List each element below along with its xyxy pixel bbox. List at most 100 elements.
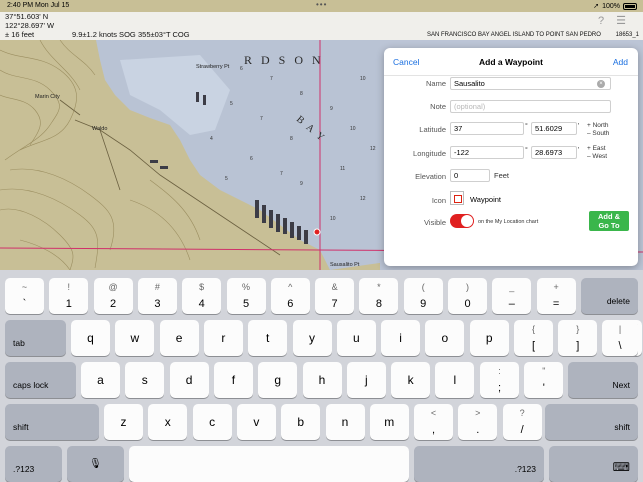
key-symbol-1[interactable]: }] [558, 320, 598, 356]
shift-left-key[interactable]: shift [5, 404, 99, 440]
key-k[interactable]: k [391, 362, 431, 398]
key-u[interactable]: u [336, 320, 376, 356]
numbers-left-key[interactable]: .?123 [5, 446, 62, 482]
key-e[interactable]: e [159, 320, 199, 356]
key-a[interactable]: a [81, 362, 120, 398]
key-symbol-r4-2[interactable]: ? / [502, 404, 542, 440]
key-char: r [221, 331, 226, 345]
key-symbol-r4-0[interactable]: <, [414, 404, 453, 440]
key-symbol-r4-1[interactable]: >. [458, 404, 498, 440]
clear-icon[interactable]: × [597, 80, 605, 88]
svg-text:7: 7 [280, 171, 283, 177]
space-bar[interactable] [129, 446, 409, 482]
key-r[interactable]: r [203, 320, 243, 356]
key-x[interactable]: x [148, 404, 188, 440]
add-and-go-to-button[interactable]: Add & Go To [589, 211, 629, 231]
key-12[interactable]: + = [536, 278, 576, 314]
elevation-field[interactable]: 0 [450, 169, 490, 182]
key-d[interactable]: d [169, 362, 209, 398]
latitude-north-option[interactable]: + North [587, 122, 609, 130]
key-char: q [87, 331, 94, 345]
key-1[interactable]: ! 1 [49, 278, 89, 314]
key-backslash[interactable]: | \ [602, 320, 638, 356]
key-v[interactable]: v [236, 404, 276, 440]
key-symbol-r3-1[interactable]: " ' [524, 362, 564, 398]
key-n[interactable]: n [325, 404, 365, 440]
dialog-header: Cancel Add a Waypoint Add [384, 48, 638, 76]
svg-text:12: 12 [370, 146, 376, 152]
longitude-minutes-field[interactable]: 28.6973 [531, 146, 577, 159]
key-char: p [485, 331, 493, 345]
key-char: 0 [464, 298, 471, 310]
key-char: n [341, 415, 349, 429]
key-g[interactable]: g [258, 362, 298, 398]
add-button[interactable]: Add [613, 57, 628, 67]
key-char: b [297, 415, 305, 429]
key-9[interactable]: (9 [403, 278, 443, 314]
key-char: t [266, 331, 270, 345]
delete-key[interactable]: delete [581, 278, 638, 314]
key-char: k [407, 373, 414, 387]
key-z[interactable]: z [104, 404, 143, 440]
key-symbol-0[interactable]: {[ [514, 320, 553, 356]
key-shift-char: > [475, 408, 481, 418]
next-key[interactable]: Next [568, 362, 638, 398]
tab-key[interactable]: tab [5, 320, 66, 356]
key-5[interactable]: % 5 [226, 278, 266, 314]
location-arrow-icon: ➚ [593, 3, 600, 10]
add-go-line2: Go To [598, 221, 620, 230]
key-2[interactable]: @2 [93, 278, 133, 314]
key-o[interactable]: o [425, 320, 465, 356]
key-y[interactable]: y [292, 320, 332, 356]
key-q[interactable]: q [71, 320, 110, 356]
menu-icon[interactable]: ☰ [614, 14, 628, 28]
key-6[interactable]: ^ 6 [270, 278, 310, 314]
latitude-south-option[interactable]: – South [587, 130, 609, 138]
key-shift-char: ( [421, 282, 425, 292]
battery-icon [623, 2, 637, 10]
longitude-degrees-field[interactable]: -122 [450, 146, 524, 159]
waypoint-marker-icon[interactable] [450, 191, 464, 205]
key-7[interactable]: & 7 [315, 278, 355, 314]
hide-keyboard-key[interactable]: ⌨ [549, 446, 638, 482]
caps-lock-key[interactable]: caps lock [5, 362, 76, 398]
shift-right-key[interactable]: shift [545, 404, 638, 440]
note-field[interactable]: (optional) [450, 100, 611, 113]
key-b[interactable]: b [281, 404, 321, 440]
key-char: w [130, 331, 140, 345]
key-h[interactable]: h [302, 362, 342, 398]
longitude-label: Longitude [413, 149, 446, 158]
key-c[interactable]: c [192, 404, 232, 440]
key-l[interactable]: l [435, 362, 475, 398]
latitude-minutes-field[interactable]: 51.6029 [531, 122, 577, 135]
key-p[interactable]: p [469, 320, 509, 356]
key-11[interactable]: _ – [492, 278, 532, 314]
longitude-east-option[interactable]: + East [587, 145, 606, 153]
latitude-degrees-field[interactable]: 37 [450, 122, 524, 135]
key-0[interactable]: ~ ` [5, 278, 44, 314]
multitask-dots-icon[interactable]: ••• [316, 0, 327, 9]
svg-text:11: 11 [340, 166, 345, 172]
key-j[interactable]: j [346, 362, 386, 398]
help-icon[interactable]: ? [594, 14, 608, 28]
icon-label: Icon [431, 196, 446, 205]
longitude-west-option[interactable]: – West [587, 153, 607, 161]
key-t[interactable]: t [248, 320, 288, 356]
visible-toggle[interactable] [450, 214, 474, 228]
key-w[interactable]: w [115, 320, 155, 356]
status-time: 2:40 PM Mon Jul 15 [7, 2, 70, 9]
key-4[interactable]: $4 [182, 278, 222, 314]
note-placeholder: (optional) [454, 102, 486, 111]
key-f[interactable]: f [213, 362, 253, 398]
key-10[interactable]: ) 0 [448, 278, 487, 314]
dictation-key[interactable]: 🎙 [67, 446, 124, 482]
icon-name[interactable]: Waypoint [470, 195, 501, 204]
key-3[interactable]: #3 [137, 278, 177, 314]
key-i[interactable]: i [381, 320, 421, 356]
key-8[interactable]: * 8 [359, 278, 399, 314]
numbers-right-key[interactable]: .?123 [414, 446, 544, 482]
key-m[interactable]: m [369, 404, 409, 440]
key-symbol-r3-0[interactable]: :; [480, 362, 519, 398]
key-s[interactable]: s [125, 362, 165, 398]
name-field[interactable]: Sausalito × [450, 77, 611, 90]
